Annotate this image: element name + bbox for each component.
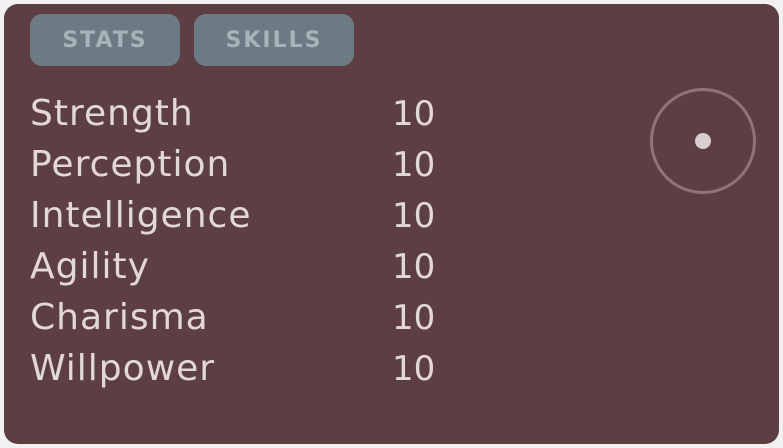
stat-name: Willpower (30, 348, 216, 389)
tab-bar: STATS SKILLS (30, 14, 354, 66)
stat-row-agility: Agility 10 (30, 241, 460, 292)
stat-row-intelligence: Intelligence 10 (30, 190, 460, 241)
character-panel: STATS SKILLS Strength 10 Perception 10 I… (4, 4, 779, 444)
stat-row-willpower: Willpower 10 (30, 343, 460, 394)
stat-value: 10 (392, 144, 436, 185)
stat-name: Perception (30, 144, 231, 185)
orb-dot (695, 133, 711, 149)
stat-row-charisma: Charisma 10 (30, 292, 460, 343)
tab-stats[interactable]: STATS (30, 14, 180, 66)
stat-row-perception: Perception 10 (30, 139, 460, 190)
stat-value: 10 (392, 195, 436, 236)
stats-list: Strength 10 Perception 10 Intelligence 1… (30, 88, 460, 394)
stat-value: 10 (392, 348, 436, 389)
stat-value: 10 (392, 246, 436, 287)
stat-value: 10 (392, 297, 436, 338)
stat-name: Charisma (30, 297, 209, 338)
stat-name: Intelligence (30, 195, 252, 236)
tab-skills[interactable]: SKILLS (194, 14, 354, 66)
stat-name: Agility (30, 246, 150, 287)
stat-row-strength: Strength 10 (30, 88, 460, 139)
stat-value: 10 (392, 93, 436, 134)
stat-name: Strength (30, 93, 194, 134)
orb-icon[interactable] (650, 88, 756, 194)
